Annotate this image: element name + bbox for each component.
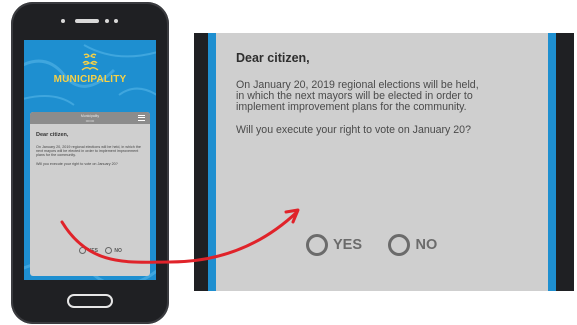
vote-question: Will you execute your right to vote on J… [236, 124, 471, 136]
sensor-dot [61, 19, 65, 23]
phone-mockup: MUNICIPALITY Municipality ••••••• Dear c… [11, 2, 169, 324]
app-bar-indicator: ••••••• [85, 118, 95, 123]
message-body: Dear citizen, On January 20, 2019 region… [36, 132, 146, 170]
app-card: Municipality ••••••• Dear citizen, On Ja… [30, 112, 150, 276]
vote-question: Will you execute your right to vote on J… [36, 161, 118, 166]
message-line-3: implement improvement plans for the comm… [236, 101, 467, 113]
radio-button-icon[interactable] [388, 234, 411, 256]
message-paragraph: On January 20, 2019 regional elections w… [36, 145, 141, 158]
greeting: Dear citizen, [236, 51, 310, 65]
app-bar: Municipality ••••••• [30, 112, 150, 124]
no-option[interactable]: NO [388, 234, 437, 256]
app-bar-title: Municipality [80, 114, 100, 118]
municipality-logo: MUNICIPALITY [24, 52, 156, 85]
zoomed-view: Dear citizen, On January 20, 2019 region… [194, 33, 574, 291]
no-option[interactable]: NO [105, 247, 122, 254]
yes-label: YES [88, 247, 99, 254]
zoomed-card: Dear citizen, On January 20, 2019 region… [216, 33, 548, 291]
vote-options: YES NO [306, 234, 459, 256]
sensor-dot [105, 19, 109, 23]
speaker-grill [75, 19, 99, 23]
radio-button-icon[interactable] [306, 234, 328, 256]
camera-dot [114, 19, 118, 23]
home-button[interactable] [67, 294, 113, 308]
yes-option[interactable]: YES [306, 234, 362, 256]
screen-edge-left [208, 33, 216, 291]
phone-screen: MUNICIPALITY Municipality ••••••• Dear c… [24, 40, 156, 280]
yes-option[interactable]: YES [79, 247, 98, 254]
radio-button-icon[interactable] [105, 247, 113, 254]
yes-label: YES [333, 237, 363, 253]
vote-options: YES NO [79, 247, 128, 254]
no-label: NO [415, 237, 438, 253]
radio-button-icon[interactable] [79, 247, 86, 254]
screen-edge-right [548, 33, 556, 291]
municipality-logo-icon [81, 53, 99, 71]
no-label: NO [114, 247, 122, 254]
logo-text: MUNICIPALITY [53, 74, 127, 85]
greeting: Dear citizen, [36, 132, 69, 138]
hamburger-menu-icon[interactable] [138, 115, 145, 122]
